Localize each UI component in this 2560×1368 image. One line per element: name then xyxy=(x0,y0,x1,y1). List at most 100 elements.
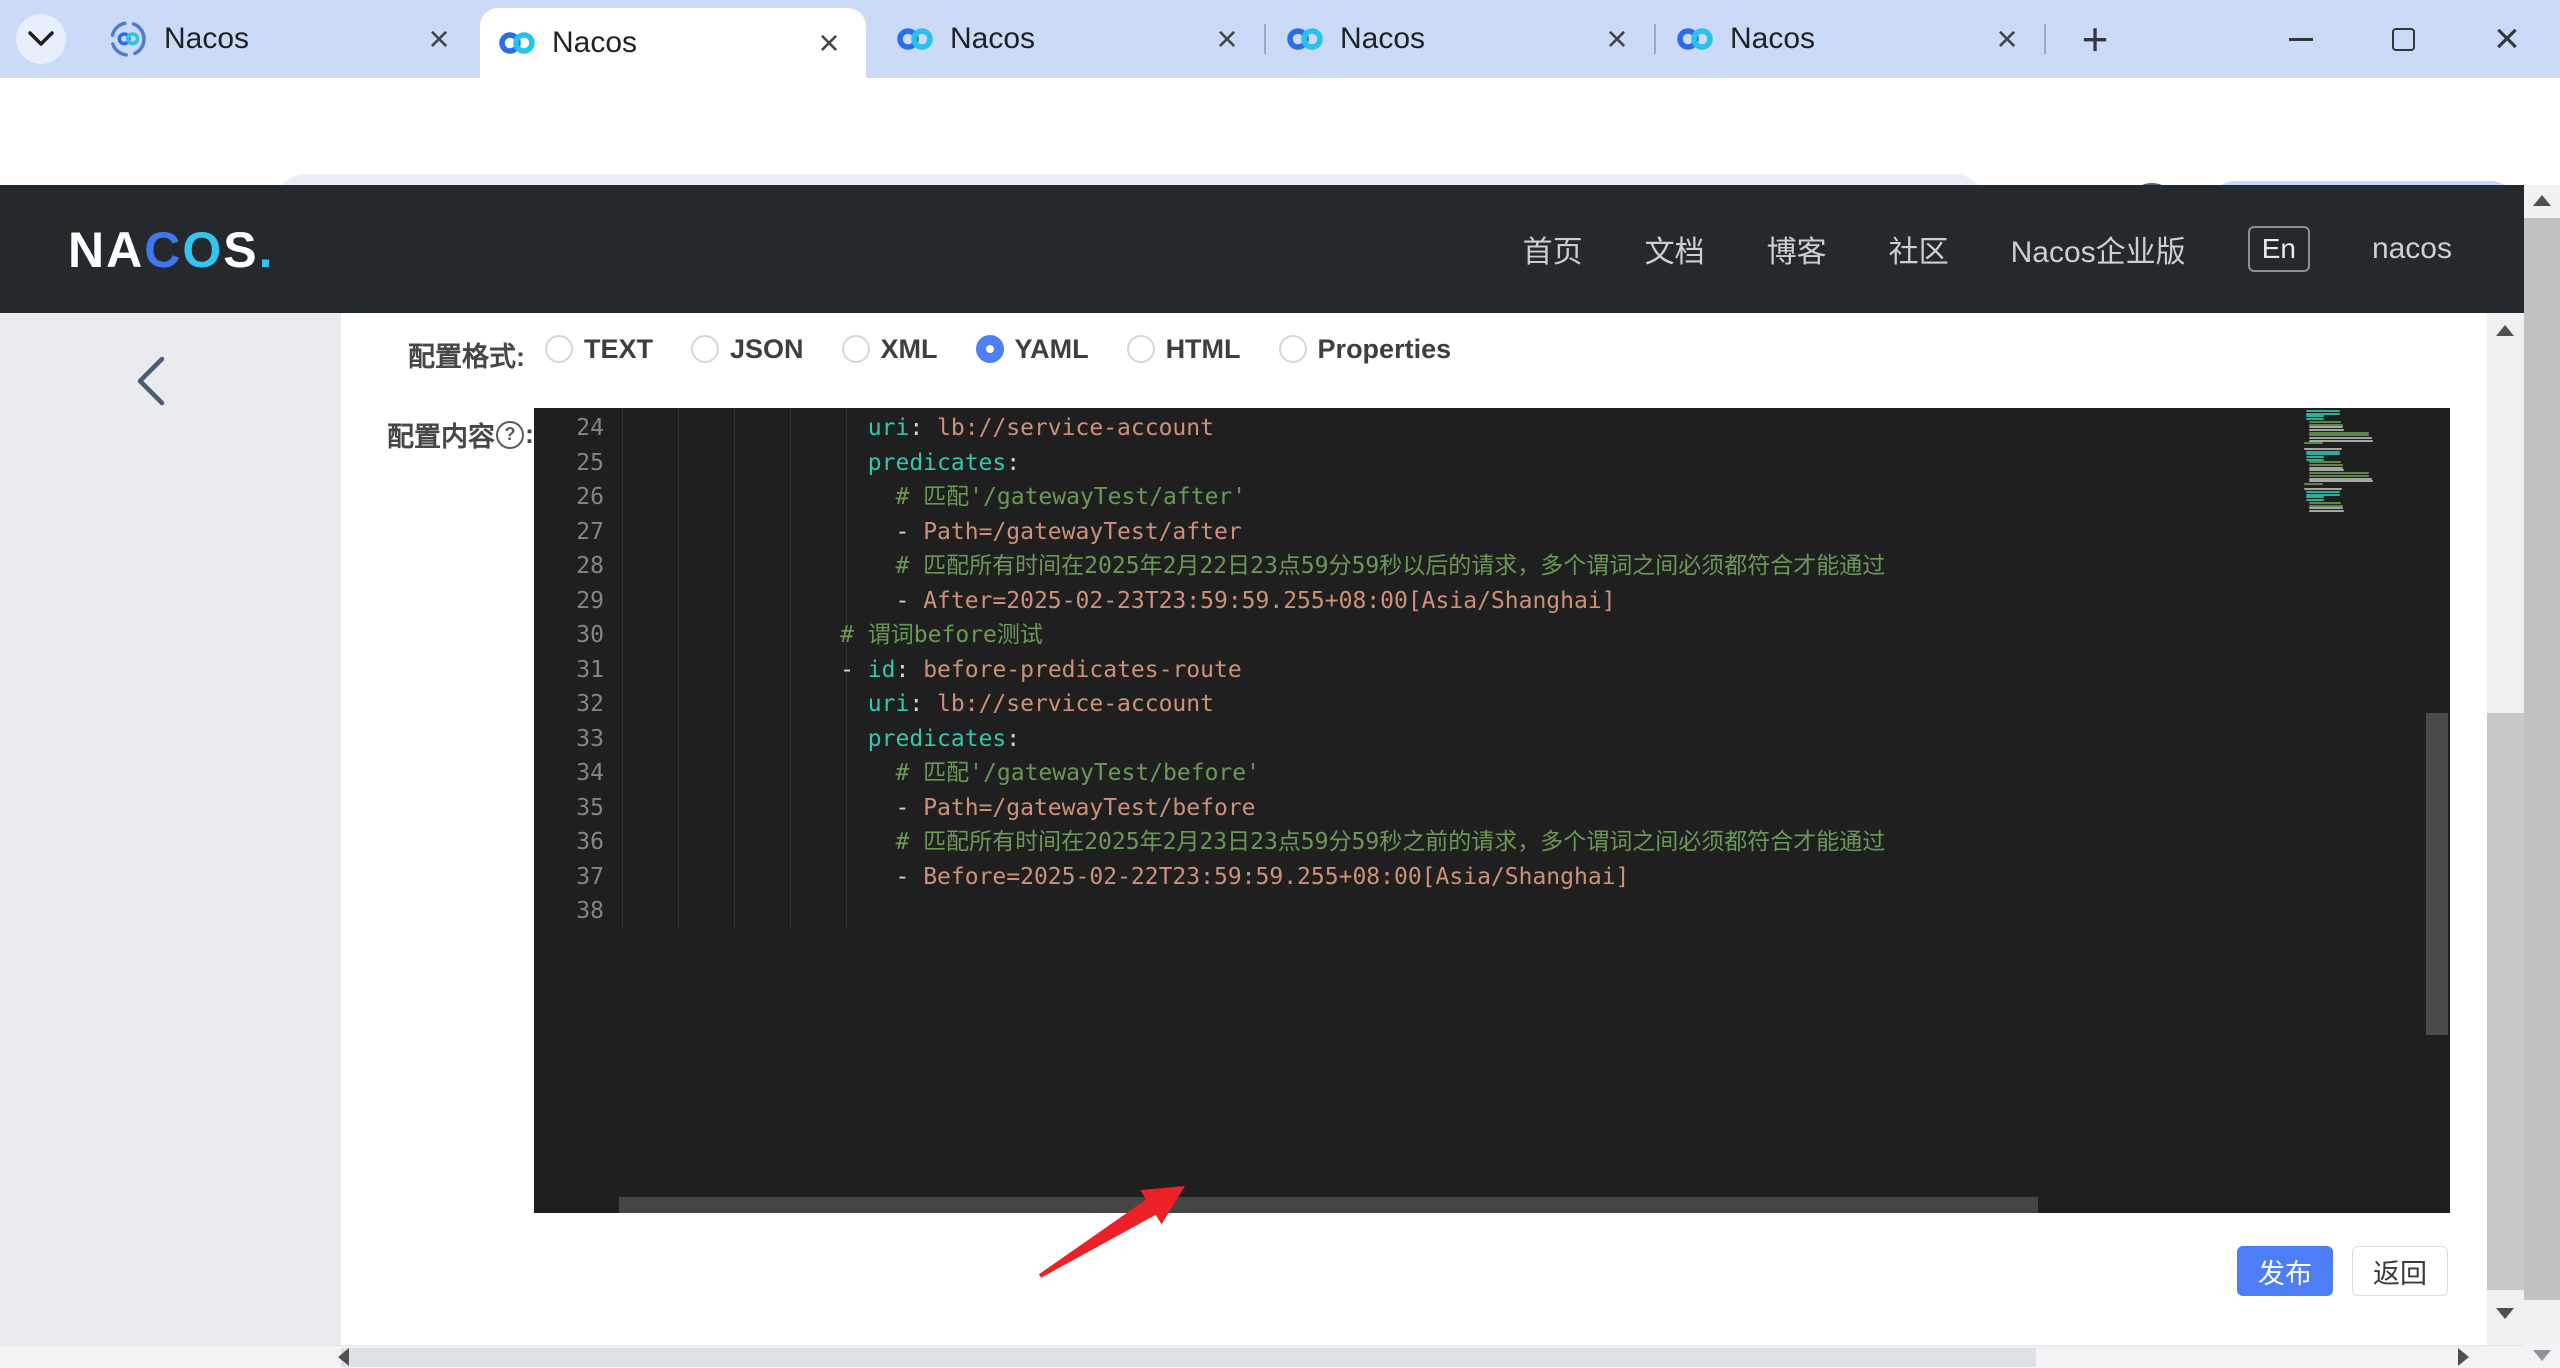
scroll-up-arrow[interactable] xyxy=(2496,325,2514,336)
radio-icon[interactable] xyxy=(545,335,573,363)
radio-icon[interactable] xyxy=(842,335,870,363)
line-number: 30 xyxy=(534,618,620,653)
format-radio-yaml[interactable]: YAML xyxy=(976,334,1089,365)
window-horizontal-scrollbar[interactable] xyxy=(0,1345,2560,1368)
browser-tab-4[interactable]: Nacos× xyxy=(1268,10,1654,68)
format-radio-xml[interactable]: XML xyxy=(842,334,938,365)
window-close-button[interactable]: × xyxy=(2484,16,2530,62)
code-line-30[interactable]: 30 # 谓词before测试 xyxy=(534,618,2450,653)
window-minimize-button[interactable] xyxy=(2278,16,2324,62)
browser-tab-2-active[interactable]: Nacos× xyxy=(480,8,866,78)
page-vertical-scrollbar[interactable] xyxy=(2487,313,2524,1345)
nacos-favicon xyxy=(1676,26,1714,52)
chevron-left-icon xyxy=(130,355,172,407)
config-format-radio-group: TEXT JSON XML YAML HTML Properties xyxy=(545,323,1451,375)
help-icon[interactable]: ? xyxy=(496,421,524,449)
maximize-icon xyxy=(2392,28,2415,51)
tab-close-button[interactable]: × xyxy=(1208,20,1246,58)
nav-item-3[interactable]: 博客 xyxy=(1767,227,1827,271)
tab-title: Nacos xyxy=(552,26,810,60)
scrollbar-thumb[interactable] xyxy=(2487,713,2524,1290)
left-sidebar xyxy=(0,313,341,1345)
format-radio-properties[interactable]: Properties xyxy=(1279,334,1452,365)
tab-title: Nacos xyxy=(950,22,1208,56)
code-line-38[interactable]: 38 xyxy=(534,894,2450,929)
code-line-34[interactable]: 34 # 匹配'/gatewayTest/before' xyxy=(534,756,2450,791)
window-maximize-button[interactable] xyxy=(2380,16,2426,62)
sidebar-collapse-button[interactable] xyxy=(130,355,172,412)
tab-close-button[interactable]: × xyxy=(420,20,458,58)
new-tab-button[interactable]: + xyxy=(2072,16,2118,62)
line-number: 32 xyxy=(534,687,620,722)
code-line-37[interactable]: 37 - Before=2025-02-22T23:59:59.255+08:0… xyxy=(534,860,2450,895)
tab-search-button[interactable] xyxy=(16,14,66,64)
red-annotation-arrow xyxy=(1020,1171,1210,1291)
nav-item-2[interactable]: 文档 xyxy=(1645,227,1705,271)
tab-separator xyxy=(1654,24,1656,54)
tab-separator xyxy=(2044,24,2046,54)
code-lines[interactable]: 24 uri: lb://service-account25 predicate… xyxy=(534,411,2450,929)
format-radio-json[interactable]: JSON xyxy=(691,334,804,365)
line-number: 24 xyxy=(534,411,620,446)
line-number: 33 xyxy=(534,722,620,757)
line-number: 31 xyxy=(534,653,620,688)
nacos-logo[interactable]: NACOS. xyxy=(68,221,275,279)
yaml-code-editor[interactable]: 24 uri: lb://service-account25 predicate… xyxy=(534,408,2450,1213)
line-number: 26 xyxy=(534,480,620,515)
tab-close-button[interactable]: × xyxy=(810,24,848,62)
nacos-favicon xyxy=(896,26,934,52)
tab-title: Nacos xyxy=(1340,22,1598,56)
window-vertical-scrollbar[interactable] xyxy=(2524,185,2560,1345)
radio-icon[interactable] xyxy=(1127,335,1155,363)
line-number: 28 xyxy=(534,549,620,584)
code-line-26[interactable]: 26 # 匹配'/gatewayTest/after' xyxy=(534,480,2450,515)
code-line-28[interactable]: 28 # 匹配所有时间在2025年2月22日23点59分59秒以后的请求，多个谓… xyxy=(534,549,2450,584)
config-format-label: 配置格式: xyxy=(340,335,525,374)
scroll-right-arrow[interactable] xyxy=(2458,1348,2469,1366)
radio-selected-icon[interactable] xyxy=(976,335,1004,363)
scrollbar-thumb[interactable] xyxy=(2524,218,2560,1300)
nav-item-1[interactable]: 首页 xyxy=(1523,227,1583,271)
browser-tab-5[interactable]: Nacos× xyxy=(1658,10,2044,68)
code-line-25[interactable]: 25 predicates: xyxy=(534,446,2450,481)
browser-tab-1[interactable]: Nacos× xyxy=(90,10,476,68)
radio-icon[interactable] xyxy=(691,335,719,363)
scrollbar-thumb[interactable] xyxy=(341,1348,2036,1367)
tab-separator xyxy=(1264,24,1266,54)
scroll-down-arrow[interactable] xyxy=(2533,1350,2551,1361)
browser-toolbar: i localhost:8848/nacos/#/configeditor?se… xyxy=(0,78,2560,185)
code-line-35[interactable]: 35 - Path=/gatewayTest/before xyxy=(534,791,2450,826)
tab-close-button[interactable]: × xyxy=(1988,20,2026,58)
scroll-down-arrow[interactable] xyxy=(2496,1308,2514,1319)
scroll-left-arrow[interactable] xyxy=(338,1348,349,1366)
nacos-nav: 首页 文档 博客 社区 Nacos企业版 En nacos xyxy=(1523,185,2452,313)
code-line-36[interactable]: 36 # 匹配所有时间在2025年2月23日23点59分59秒之前的请求，多个谓… xyxy=(534,825,2450,860)
tab-close-button[interactable]: × xyxy=(1598,20,1636,58)
format-radio-html[interactable]: HTML xyxy=(1127,334,1241,365)
minimap[interactable] xyxy=(2292,408,2426,518)
code-line-27[interactable]: 27 - Path=/gatewayTest/after xyxy=(534,515,2450,550)
browser-tab-3[interactable]: Nacos× xyxy=(878,10,1264,68)
line-number: 25 xyxy=(534,446,620,481)
format-radio-text[interactable]: TEXT xyxy=(545,334,653,365)
radio-icon[interactable] xyxy=(1279,335,1307,363)
nav-item-5[interactable]: Nacos企业版 xyxy=(2011,227,2186,271)
nacos-header: NACOS. 首页 文档 博客 社区 Nacos企业版 En nacos xyxy=(0,185,2560,313)
code-line-24[interactable]: 24 uri: lb://service-account xyxy=(534,411,2450,446)
language-toggle[interactable]: En xyxy=(2248,226,2310,272)
code-line-29[interactable]: 29 - After=2025-02-23T23:59:59.255+08:00… xyxy=(534,584,2450,619)
close-icon: × xyxy=(2494,17,2520,61)
code-line-31[interactable]: 31 - id: before-predicates-route xyxy=(534,653,2450,688)
scroll-up-arrow[interactable] xyxy=(2533,195,2551,206)
code-line-33[interactable]: 33 predicates: xyxy=(534,722,2450,757)
config-editor-page: 配置格式: TEXTJSONXMLYAMLHTMLProperties 配置内容… xyxy=(0,313,2560,1345)
back-page-button[interactable]: 返回 xyxy=(2352,1246,2448,1296)
editor-vertical-scrollbar[interactable] xyxy=(2426,713,2448,1035)
publish-button[interactable]: 发布 xyxy=(2237,1246,2333,1296)
code-line-32[interactable]: 32 uri: lb://service-account xyxy=(534,687,2450,722)
line-number: 27 xyxy=(534,515,620,550)
nav-item-4[interactable]: 社区 xyxy=(1889,227,1949,271)
editor-horizontal-scrollbar[interactable] xyxy=(619,1197,2038,1213)
line-number: 36 xyxy=(534,825,620,860)
logged-in-user[interactable]: nacos xyxy=(2372,232,2452,266)
